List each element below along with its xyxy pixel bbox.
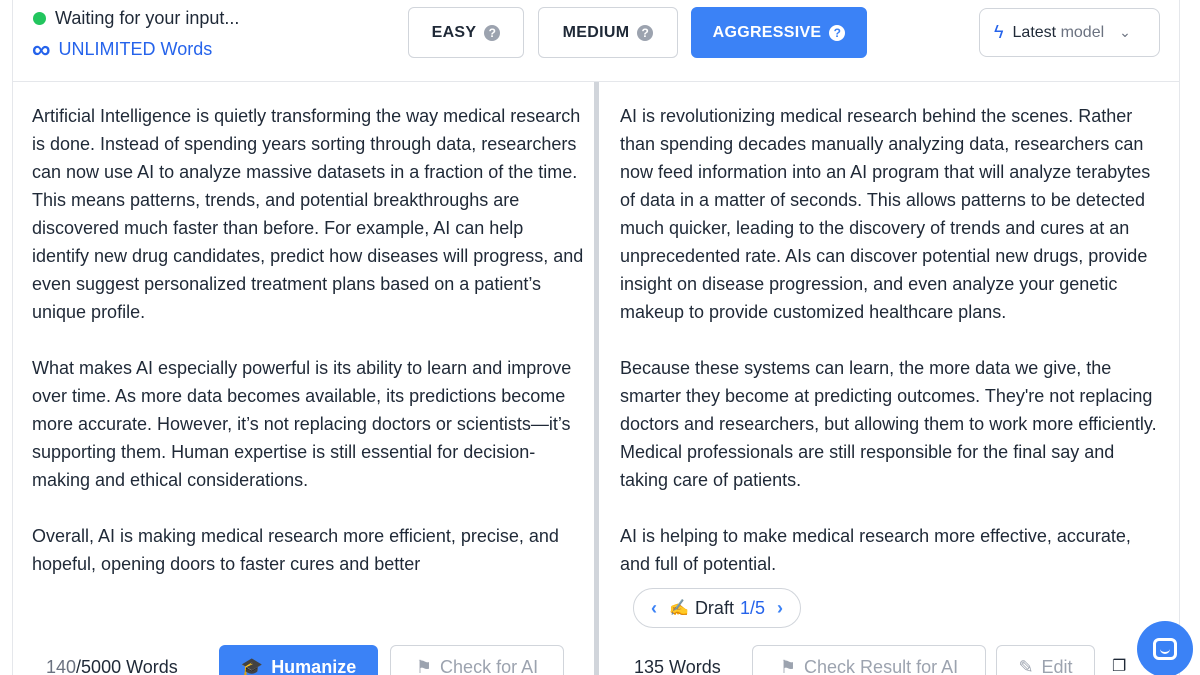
draft-total: /5	[749, 597, 765, 618]
help-icon[interactable]: ?	[637, 24, 654, 41]
infinity-icon: ∞	[32, 34, 51, 64]
pencil-icon: ✎	[1018, 656, 1034, 675]
chevron-right-icon[interactable]: ›	[771, 598, 789, 619]
word-limit-text: UNLIMITED Words	[58, 38, 213, 59]
model-select[interactable]: ϟ Latest model ⌄	[979, 8, 1160, 57]
model-select-bold: Latest	[1012, 23, 1057, 41]
chat-icon	[1153, 638, 1177, 660]
humanize-button[interactable]: 🎓 Humanize	[219, 645, 378, 675]
input-word-limit: /5000 Words	[76, 657, 178, 675]
mode-medium-label: MEDIUM	[562, 23, 630, 41]
model-select-muted: model	[1060, 23, 1105, 41]
output-text: AI is revolutionizing medical research b…	[620, 106, 1157, 574]
flag-icon: ⚑	[415, 656, 433, 675]
input-textarea[interactable]: Artificial Intelligence is quietly trans…	[32, 102, 584, 632]
app-frame: Waiting for your input... ∞ UNLIMITED Wo…	[0, 0, 1200, 675]
check-for-ai-label: Check for AI	[440, 656, 539, 675]
status-text: Waiting for your input...	[55, 8, 240, 28]
mode-medium-button[interactable]: MEDIUM ?	[538, 7, 678, 58]
mode-aggressive-label: AGGRESSIVE	[712, 23, 822, 41]
edit-label: Edit	[1041, 656, 1073, 675]
edit-button[interactable]: ✎ Edit	[996, 645, 1095, 675]
help-icon[interactable]: ?	[829, 24, 846, 41]
toolbar-header: Waiting for your input... ∞ UNLIMITED Wo…	[13, 0, 1179, 82]
graduation-cap-icon: 🎓	[240, 656, 264, 675]
check-result-label: Check Result for AI	[804, 656, 959, 675]
left-border	[12, 0, 13, 675]
draft-icon: ✍	[669, 600, 689, 617]
check-result-button[interactable]: ⚑ Check Result for AI	[752, 645, 986, 675]
chevron-left-icon[interactable]: ‹	[645, 598, 663, 619]
flag-icon: ⚑	[779, 656, 797, 675]
mode-aggressive-button[interactable]: AGGRESSIVE ?	[691, 7, 867, 58]
draft-count: 1/5	[740, 598, 765, 619]
draft-label: Draft	[694, 597, 734, 618]
input-word-count-value: 140	[46, 657, 77, 675]
help-icon[interactable]: ?	[484, 24, 501, 41]
mode-easy-label: EASY	[431, 23, 477, 41]
mode-easy-button[interactable]: EASY ?	[408, 7, 524, 58]
panel-divider[interactable]	[594, 82, 599, 675]
input-word-count: 140/5000 Words	[46, 657, 178, 675]
chevron-down-icon: ⌄	[1119, 24, 1131, 40]
word-limit-badge: ∞ UNLIMITED Words	[32, 34, 213, 64]
status-indicator: Waiting for your input...	[33, 8, 239, 29]
right-border	[1179, 0, 1180, 675]
chat-support-button[interactable]	[1137, 621, 1193, 675]
draft-navigator: ‹ ✍ Draft 1/5 ›	[633, 588, 801, 628]
draft-current: 1	[739, 597, 750, 618]
check-for-ai-button[interactable]: ⚑ Check for AI	[390, 645, 564, 675]
lightning-icon: ϟ	[994, 22, 1004, 42]
status-dot-icon	[33, 12, 46, 25]
humanize-label: Humanize	[271, 656, 357, 675]
copy-icon[interactable]: ❐	[1112, 656, 1126, 675]
output-word-count: 135 Words	[634, 657, 721, 675]
model-select-label: Latest model	[1013, 24, 1105, 42]
